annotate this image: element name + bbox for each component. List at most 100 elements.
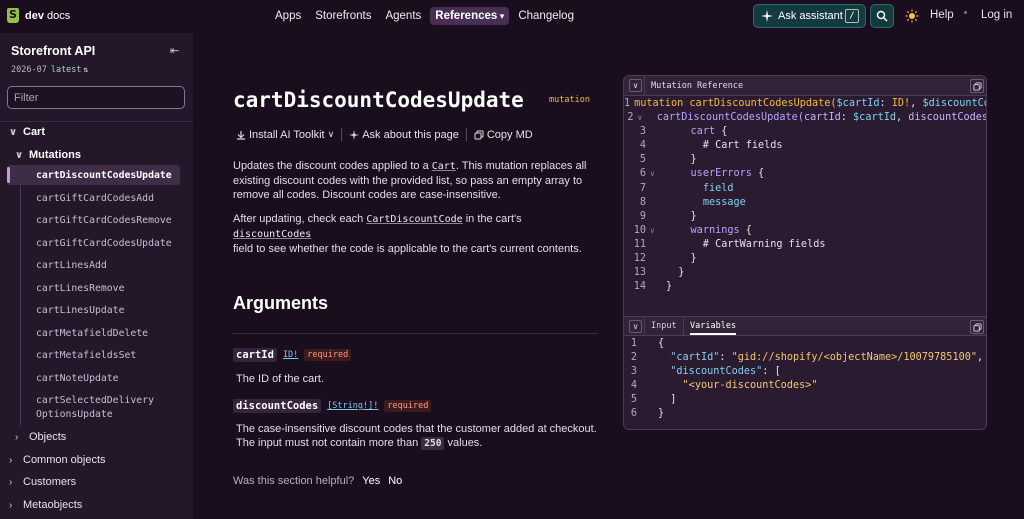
sort-icon: ⇅ [83, 65, 89, 74]
search-button[interactable] [870, 4, 894, 28]
sidebar-item-cartlinesadd[interactable]: cartLinesAdd [36, 260, 107, 271]
feedback-yes-button[interactable]: Yes [362, 475, 380, 487]
copy-variables-button[interactable] [970, 320, 984, 334]
sidebar-item-cartnoteupdate[interactable]: cartNoteUpdate [36, 373, 119, 384]
mutation-code: 1 mutation cartDiscountCodesUpdate($cartI… [624, 97, 986, 294]
help-link[interactable]: Help [930, 9, 954, 21]
sidebar-item-cartdiscountcodesupdate[interactable]: cartDiscountCodesUpdate [36, 170, 172, 181]
code-token: cart [690, 126, 716, 138]
tree-line [20, 165, 21, 425]
sidebar-item-cartlinesupdate[interactable]: cartLinesUpdate [36, 305, 124, 316]
sidebar-item-cartlinesremove[interactable]: cartLinesRemove [36, 283, 124, 294]
line-gutter [646, 139, 666, 153]
fold-chevron-icon[interactable]: ∨ [634, 111, 645, 125]
line-number: 10 [633, 224, 646, 236]
copy-icon [972, 322, 982, 332]
code-line: 13 } [624, 266, 986, 280]
line-number: 6 [630, 408, 637, 420]
line-gutter [646, 266, 666, 280]
code-line: 12 } [624, 252, 986, 266]
sidebar-item-cartmetafielddelete[interactable]: cartMetafieldDelete [36, 328, 148, 339]
version-selector[interactable]: 2026-07 latest ⇅ [11, 65, 88, 75]
download-icon [237, 130, 245, 140]
nav-storefronts[interactable]: Storefronts [310, 7, 376, 25]
login-link[interactable]: Log in [981, 9, 1012, 21]
discountcodes-link[interactable]: discountCodes [233, 229, 311, 240]
feedback-no-button[interactable]: No [388, 475, 402, 487]
sun-icon[interactable] [905, 9, 919, 23]
code-panel: ∨ Mutation Reference 1 mutation cartDisco… [623, 75, 987, 430]
line-gutter [637, 393, 658, 407]
code-token: cartId [803, 112, 841, 124]
install-ai-toolkit-button[interactable]: Install AI Toolkit ∨ [236, 129, 334, 141]
arguments-heading: Arguments [233, 293, 329, 313]
code-panel-title: Mutation Reference [651, 81, 744, 91]
collapse-sidebar-icon[interactable]: ⇤ [170, 44, 179, 57]
chevron-down-icon: ∨ [327, 129, 335, 139]
code-token: , [895, 112, 909, 124]
code-token: message [702, 196, 746, 208]
argument-type-link[interactable]: ID! [283, 350, 298, 360]
sidebar-section-cart[interactable]: ∨ Cart [9, 126, 45, 138]
logo[interactable]: dev docs [7, 8, 70, 23]
nav-agents[interactable]: Agents [380, 7, 426, 25]
line-gutter [637, 407, 658, 421]
line-number: 3 [639, 126, 646, 138]
required-badge: required [304, 349, 352, 361]
fold-chevron-icon[interactable]: ∨ [646, 167, 666, 181]
argument-type-link[interactable]: [String!]! [327, 401, 378, 411]
nav-apps[interactable]: Apps [270, 7, 306, 25]
nav-references[interactable]: References [430, 7, 510, 25]
version-tag: latest [50, 65, 82, 75]
search-icon [876, 10, 888, 22]
desc-text: remove all codes. Discount codes are cas… [233, 189, 501, 201]
shortcut-key: / [845, 9, 859, 23]
code-token: } [666, 281, 673, 293]
sidebar-item-common-objects[interactable]: › Common objects [9, 454, 106, 466]
nav-changelog[interactable]: Changelog [513, 7, 579, 25]
sidebar-item-optionsupdate[interactable]: OptionsUpdate [36, 409, 113, 420]
desc-text: in the cart's [462, 213, 522, 225]
sidebar-item-metaobjects[interactable]: › Metaobjects [9, 499, 82, 511]
chevron-right-icon: › [9, 500, 13, 511]
fold-chevron-icon[interactable]: ∨ [646, 224, 666, 238]
sidebar-item-objects[interactable]: › Objects [15, 431, 66, 443]
desc-text: The input must not contain more than [236, 437, 422, 449]
filter-input[interactable] [7, 86, 185, 109]
sidebar-subsection-mutations[interactable]: ∨ Mutations [15, 149, 81, 161]
sidebar-item-cartmetafieldsset[interactable]: cartMetafieldsSet [36, 350, 136, 361]
code-token: : [ [762, 366, 781, 378]
sidebar-item-customers[interactable]: › Customers [9, 476, 76, 488]
code-token: "discountCodes" [670, 366, 763, 378]
variables-tabs-bar: ∨ Input Variables [624, 316, 986, 336]
code-token: , [910, 98, 923, 109]
chevron-down-icon[interactable]: ∨ [629, 320, 642, 333]
sidebar-item-cartselecteddelivery[interactable]: cartSelectedDelivery [36, 395, 154, 406]
ask-about-page-button[interactable]: Ask about this page [349, 129, 459, 141]
line-gutter [637, 337, 658, 351]
action-divider [465, 128, 467, 141]
copy-code-button[interactable] [970, 79, 984, 93]
chevron-down-icon[interactable]: ∨ [629, 79, 642, 92]
code-line: 2 "cartId": "gid://shopify/<objectName>/… [624, 351, 986, 365]
line-number: 9 [639, 210, 646, 222]
sidebar-item-cartgiftcardcodesremove[interactable]: cartGiftCardCodesRemove [36, 215, 172, 226]
copy-md-button[interactable]: Copy MD [474, 129, 533, 141]
sidebar-item-cartgiftcardcodesupdate[interactable]: cartGiftCardCodesUpdate [36, 238, 172, 249]
line-gutter [646, 182, 666, 196]
line-gutter [646, 153, 666, 167]
tab-variables[interactable]: Variables [690, 321, 737, 335]
line-number: 8 [639, 196, 646, 208]
code-token: ID! [891, 98, 911, 109]
code-token: $discountCodes [922, 98, 986, 109]
desc-text: existing discount codes with the provide… [233, 175, 583, 187]
code-token: "cartId" [670, 352, 720, 364]
cart-link[interactable]: Cart [432, 161, 456, 172]
ask-assistant-button[interactable]: Ask assistant / [753, 4, 866, 28]
cartdiscountcode-link[interactable]: CartDiscountCode [366, 214, 462, 225]
tab-input[interactable]: Input [651, 321, 677, 331]
argument-description: The ID of the cart. [236, 373, 325, 385]
code-token: # CartWarning fields [666, 238, 826, 250]
sidebar-item-cartgiftcardcodesadd[interactable]: cartGiftCardCodesAdd [36, 193, 154, 204]
